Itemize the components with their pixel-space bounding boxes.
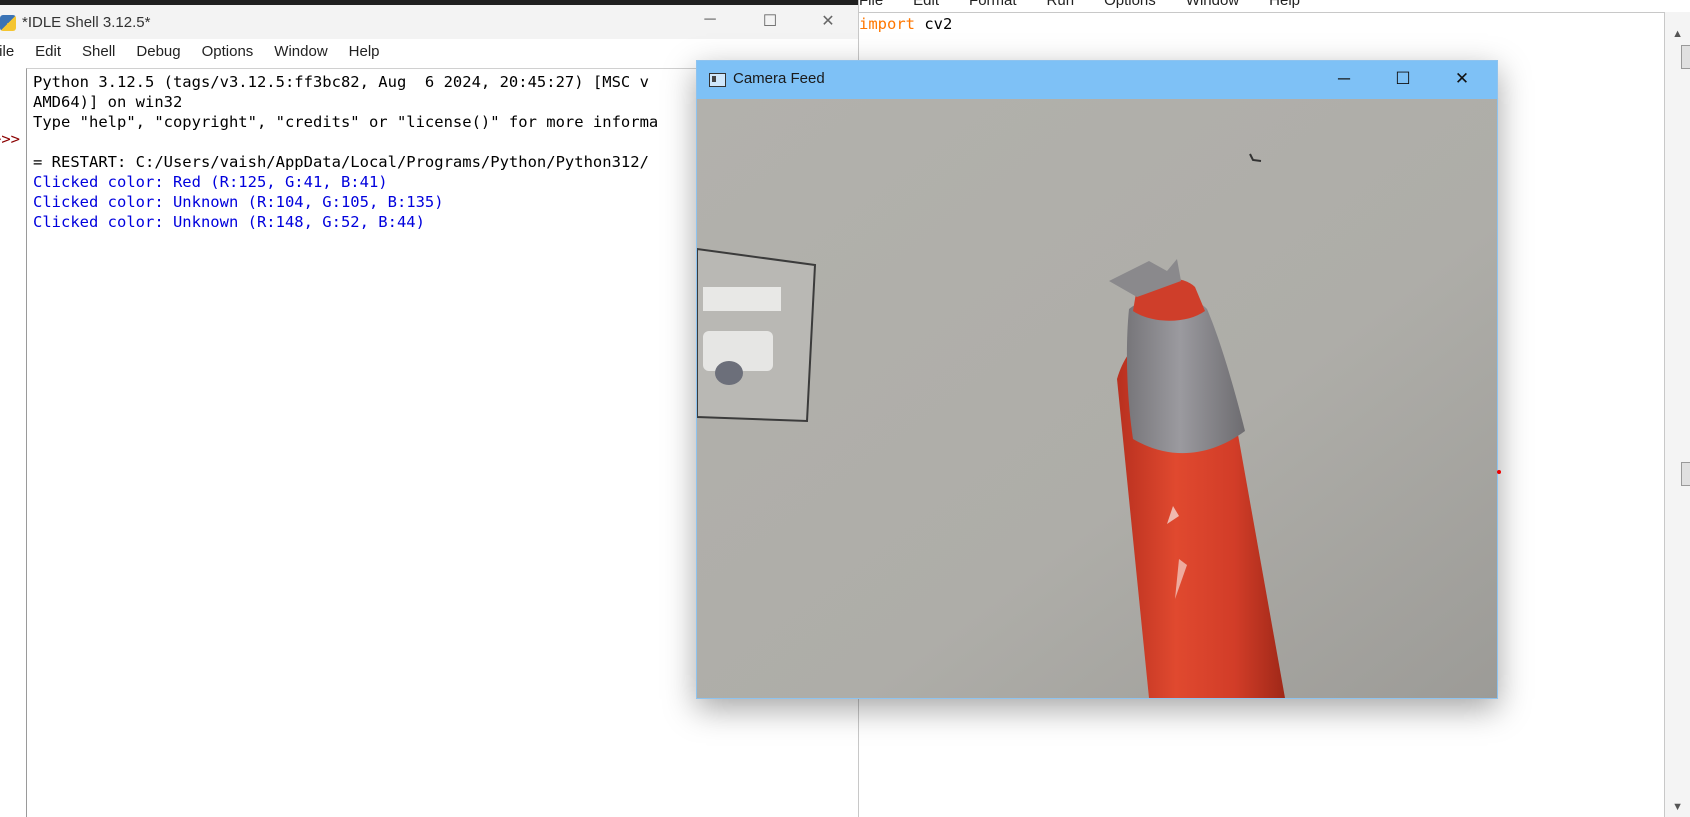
editor-menu-options[interactable]: Options: [1104, 0, 1156, 12]
shell-prompt: >>>: [0, 130, 20, 148]
side-panel-icon: [1681, 45, 1690, 69]
shell-line-banner: Python 3.12.5 (tags/v3.12.5:ff3bc82, Aug…: [33, 73, 649, 91]
shell-menu-edit[interactable]: Edit: [35, 43, 61, 69]
editor-menu-run[interactable]: Run: [1047, 0, 1075, 12]
cursor-dot: [1497, 470, 1501, 474]
editor-menubar: File Edit Format Run Options Window Help: [859, 0, 1300, 12]
shell-menu-options[interactable]: Options: [202, 43, 254, 69]
shell-line-restart: = RESTART: C:/Users/vaish/AppData/Local/…: [33, 153, 649, 171]
shell-output-line: Clicked color: Unknown (R:104, G:105, B:…: [33, 193, 444, 211]
editor-menu-window[interactable]: Window: [1186, 0, 1239, 12]
maximize-icon[interactable]: ☐: [1383, 69, 1423, 89]
camera-titlebar[interactable]: Camera Feed ─ ☐ ✕: [697, 61, 1497, 99]
python-app-icon: [0, 15, 16, 31]
editor-vertical-scrollbar[interactable]: ▲ ▼: [1665, 12, 1690, 817]
shell-menu-window[interactable]: Window: [274, 43, 327, 69]
code-keyword-import: import: [859, 15, 915, 33]
opencv-window-icon: [709, 73, 726, 87]
camera-feed-window: Camera Feed ─ ☐ ✕: [696, 60, 1498, 699]
close-icon[interactable]: ✕: [1442, 69, 1482, 89]
editor-menu-edit[interactable]: Edit: [913, 0, 939, 12]
maximize-icon[interactable]: ☐: [750, 11, 790, 31]
editor-menu-format[interactable]: Format: [969, 0, 1017, 12]
shell-line-help: Type "help", "copyright", "credits" or "…: [33, 113, 659, 131]
switch-row: [703, 287, 781, 311]
socket-knob: [715, 361, 743, 385]
minimize-icon[interactable]: ─: [690, 11, 730, 29]
editor-menu-help[interactable]: Help: [1269, 0, 1300, 12]
side-panel-handle-icon: [1681, 462, 1690, 486]
shell-menubar: File Edit Shell Debug Options Window Hel…: [0, 43, 401, 69]
shell-menu-help[interactable]: Help: [349, 43, 380, 69]
shell-menu-debug[interactable]: Debug: [136, 43, 180, 69]
camera-image: [697, 99, 1497, 698]
scroll-up-arrow-icon[interactable]: ▲: [1672, 28, 1683, 40]
shell-output-line: Clicked color: Unknown (R:148, G:52, B:4…: [33, 213, 425, 231]
scroll-down-arrow-icon[interactable]: ▼: [1672, 801, 1683, 813]
code-line-1: import cv2: [859, 15, 952, 33]
shell-title: *IDLE Shell 3.12.5*: [22, 14, 151, 31]
shell-output-line: Clicked color: Red (R:125, G:41, B:41): [33, 173, 388, 191]
minimize-icon[interactable]: ─: [1324, 69, 1364, 89]
shell-line-platform: AMD64)] on win32: [33, 93, 183, 111]
close-icon[interactable]: ✕: [808, 11, 848, 31]
shell-menu-file[interactable]: File: [0, 43, 14, 69]
camera-title: Camera Feed: [733, 70, 825, 87]
code-module: cv2: [915, 15, 953, 33]
shell-titlebar[interactable]: *IDLE Shell 3.12.5* ─ ☐ ✕: [0, 5, 858, 39]
shell-menu-shell[interactable]: Shell: [82, 43, 115, 69]
camera-video-frame[interactable]: [697, 99, 1497, 698]
editor-menu-file[interactable]: File: [859, 0, 883, 12]
